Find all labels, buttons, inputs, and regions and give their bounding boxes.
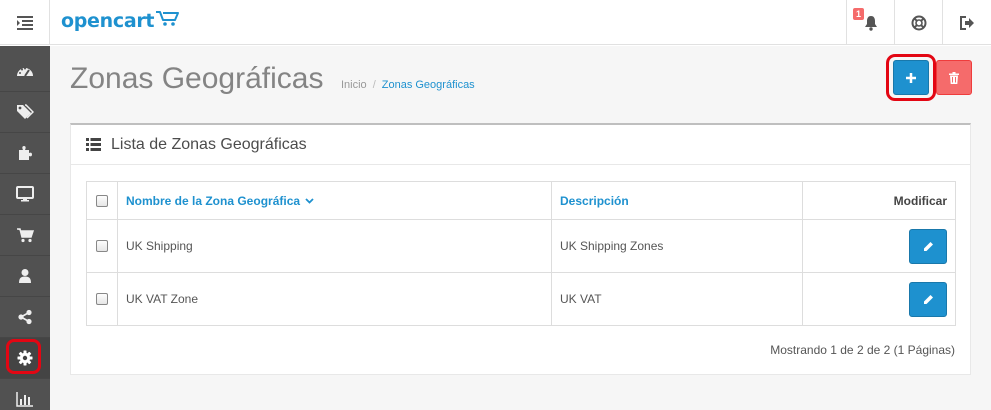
breadcrumb-home-link[interactable]: Inicio <box>341 79 367 91</box>
main-content: Zonas Geográficas Inicio / Zonas Geográf… <box>50 46 991 410</box>
cart-icon <box>156 11 180 26</box>
delete-button[interactable] <box>936 60 972 95</box>
sidebar <box>0 46 50 410</box>
zones-list-panel: Lista de Zonas Geográficas Nombre de la … <box>70 123 971 375</box>
table-row: UK Shipping UK Shipping Zones <box>87 220 955 273</box>
sidebar-item-dashboard[interactable] <box>0 51 50 92</box>
trash-icon <box>949 71 959 84</box>
desktop-icon <box>16 186 34 202</box>
share-icon <box>18 309 32 325</box>
puzzle-icon <box>19 146 32 160</box>
pencil-icon <box>923 241 933 251</box>
edit-button[interactable] <box>909 228 947 264</box>
logo[interactable]: opencart <box>61 6 180 36</box>
sidebar-item-sales[interactable] <box>0 215 50 256</box>
sidebar-item-catalog[interactable] <box>0 92 50 133</box>
breadcrumb: Inicio / Zonas Geográficas <box>341 79 475 91</box>
action-cell <box>803 220 955 272</box>
life-ring-icon <box>911 15 926 30</box>
sign-out-icon <box>959 15 974 30</box>
sort-by-description-link[interactable]: Descripción <box>560 194 629 208</box>
header-checkbox-cell <box>87 182 118 219</box>
help-button[interactable] <box>894 0 942 45</box>
tags-icon <box>17 104 34 119</box>
panel-title: Lista de Zonas Geográficas <box>111 135 307 153</box>
page-title: Zonas Geográficas <box>70 62 324 95</box>
chevron-down-icon <box>305 197 314 204</box>
sidebar-item-system[interactable] <box>0 338 50 379</box>
sidebar-item-extensions[interactable] <box>0 133 50 174</box>
bar-chart-icon <box>16 392 33 407</box>
pencil-icon <box>923 294 933 304</box>
list-icon <box>86 138 101 151</box>
sidebar-item-customers[interactable] <box>0 256 50 297</box>
pagination-info: Mostrando 1 de 2 de 2 (1 Páginas) <box>770 343 955 357</box>
column-header-name[interactable]: Nombre de la Zona Geográfica <box>118 182 552 219</box>
menu-toggle-button[interactable] <box>0 0 50 45</box>
row-checkbox-cell <box>87 220 118 272</box>
top-header: opencart 1 <box>0 0 991 45</box>
column-header-action: Modificar <box>893 193 947 208</box>
row-checkbox[interactable] <box>96 240 108 252</box>
shopping-cart-icon <box>17 228 34 243</box>
logout-button[interactable] <box>942 0 990 45</box>
edit-button[interactable] <box>909 281 947 317</box>
plus-icon <box>906 72 916 83</box>
sort-by-name-link[interactable]: Nombre de la Zona Geográfica <box>126 194 300 208</box>
zones-table: Nombre de la Zona Geográfica Descripción… <box>86 181 956 326</box>
column-header-description[interactable]: Descripción <box>552 182 803 219</box>
table-header-row: Nombre de la Zona Geográfica Descripción… <box>87 182 955 220</box>
zone-name-cell: UK VAT Zone <box>118 273 552 325</box>
sidebar-item-design[interactable] <box>0 174 50 215</box>
zone-description-cell: UK Shipping Zones <box>552 220 803 272</box>
user-icon <box>19 269 31 283</box>
action-cell <box>803 273 955 325</box>
breadcrumb-current-link[interactable]: Zonas Geográficas <box>382 79 475 91</box>
sidebar-item-reports[interactable] <box>0 379 50 410</box>
menu-icon <box>16 15 33 30</box>
cog-icon <box>17 350 33 366</box>
table-row: UK VAT Zone UK VAT <box>87 273 955 325</box>
logo-text: opencart <box>61 10 155 32</box>
zone-description-cell: UK VAT <box>552 273 803 325</box>
notification-badge: 1 <box>853 8 865 20</box>
zone-name-cell: UK Shipping <box>118 220 552 272</box>
panel-heading: Lista de Zonas Geográficas <box>71 125 970 165</box>
row-checkbox-cell <box>87 273 118 325</box>
sidebar-item-marketing[interactable] <box>0 297 50 338</box>
breadcrumb-separator: / <box>372 79 376 91</box>
notifications-button[interactable]: 1 <box>846 0 894 45</box>
select-all-checkbox[interactable] <box>96 194 108 207</box>
dashboard-icon <box>17 67 33 77</box>
bell-icon <box>864 15 877 31</box>
add-button[interactable] <box>893 60 929 95</box>
row-checkbox[interactable] <box>96 293 108 305</box>
